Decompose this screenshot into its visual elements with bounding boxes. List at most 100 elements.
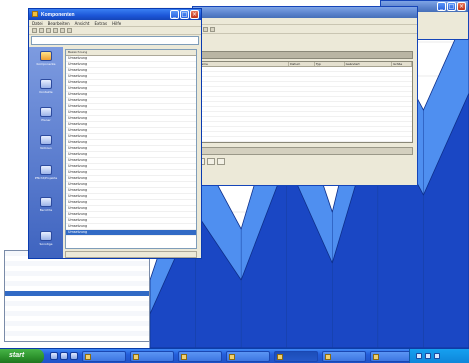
- taskbar-window-button[interactable]: [82, 351, 126, 362]
- back-window-panel-header: [197, 51, 413, 59]
- minimize-icon[interactable]: _: [437, 2, 446, 11]
- sidebar-item[interactable]: Pflicht/Projekte: [32, 165, 60, 180]
- table-cell: [289, 87, 315, 91]
- column-header[interactable]: Typ: [315, 62, 345, 66]
- table-cell: [315, 127, 345, 131]
- table-cell: [392, 82, 412, 86]
- taskbar-window-button[interactable]: [370, 351, 414, 362]
- column-header[interactable]: Größe: [392, 62, 412, 66]
- maximize-icon[interactable]: □: [447, 2, 456, 11]
- toolbar-button[interactable]: [46, 28, 51, 33]
- table-cell: [315, 82, 345, 86]
- toolbar-button[interactable]: [210, 27, 215, 32]
- table-cell: [289, 67, 315, 71]
- tray-icon[interactable]: [416, 353, 422, 359]
- sidebar-item[interactable]: Berichte: [32, 197, 60, 212]
- window-title: Komponenten: [41, 12, 75, 18]
- table-cell: [315, 97, 345, 101]
- table-cell: [198, 67, 289, 71]
- sidebar-item[interactable]: Kontakte: [32, 79, 60, 94]
- table-cell: [345, 67, 393, 71]
- status-bar: [65, 251, 197, 258]
- tab[interactable]: [207, 158, 215, 165]
- back-window-toolbar: [193, 26, 417, 34]
- toolbar-button[interactable]: [67, 28, 72, 33]
- front-window[interactable]: Komponenten _ □ × Datei Bearbeiten Ansic…: [28, 8, 202, 259]
- table-cell: [315, 107, 345, 111]
- table-cell: [289, 122, 315, 126]
- toolbar-button[interactable]: [60, 28, 65, 33]
- column-header[interactable]: Datum: [289, 62, 315, 66]
- front-window-menubar: Datei Bearbeiten Ansicht Extras Hilfe: [29, 20, 201, 27]
- table-cell: [289, 72, 315, 76]
- menu-item-extras[interactable]: Extras: [94, 21, 107, 26]
- menu-item-datei[interactable]: Datei: [32, 21, 43, 26]
- window-icon: [181, 354, 187, 360]
- start-button[interactable]: start: [0, 349, 44, 363]
- close-icon[interactable]: ×: [457, 2, 466, 11]
- close-icon[interactable]: ×: [190, 10, 199, 19]
- list-item[interactable]: [5, 331, 149, 336]
- toolbar-button[interactable]: [203, 27, 208, 32]
- tray-icon[interactable]: [434, 353, 440, 359]
- table-cell: [345, 102, 393, 106]
- sidebar-item-label: Pflicht/Projekte: [34, 176, 58, 180]
- table-cell: [289, 77, 315, 81]
- table-cell: [392, 132, 412, 136]
- sidebar-item[interactable]: Komponente: [32, 51, 60, 66]
- minimize-icon[interactable]: _: [170, 10, 179, 19]
- table-cell: [392, 117, 412, 121]
- menu-item-ansicht[interactable]: Ansicht: [75, 21, 90, 26]
- toolbar-button[interactable]: [39, 28, 44, 33]
- misc-icon: [40, 231, 52, 241]
- quicklaunch-icon[interactable]: [60, 352, 68, 360]
- app-icon: [32, 11, 38, 17]
- sidebar-item[interactable]: Planer: [32, 107, 60, 122]
- quicklaunch-icon[interactable]: [70, 352, 78, 360]
- list-item[interactable]: Umsetzung: [66, 230, 196, 236]
- table-cell: [392, 77, 412, 81]
- taskbar-window-button[interactable]: [274, 351, 318, 362]
- menu-item-hilfe[interactable]: Hilfe: [112, 21, 121, 26]
- table-cell: [289, 117, 315, 121]
- sidebar-item-label: Planer: [41, 118, 51, 122]
- tab[interactable]: [217, 158, 225, 165]
- back-window[interactable]: Name Datum Typ Geändert Größe: [192, 6, 418, 186]
- table-cell: [392, 107, 412, 111]
- table-cell: [289, 102, 315, 106]
- back-window-titlebar[interactable]: [193, 7, 417, 18]
- table-cell: [315, 77, 345, 81]
- sidebar-item[interactable]: Sonstige: [32, 231, 60, 246]
- quicklaunch-icon[interactable]: [50, 352, 58, 360]
- table-cell: [289, 112, 315, 116]
- window-icon: [85, 354, 91, 360]
- table-cell: [198, 127, 289, 131]
- table-row[interactable]: [198, 137, 412, 142]
- table-cell: [345, 92, 393, 96]
- table-cell: [392, 67, 412, 71]
- window-icon: [277, 354, 283, 360]
- table-cell: [392, 87, 412, 91]
- tray-icon[interactable]: [425, 353, 431, 359]
- taskbar-window-button[interactable]: [322, 351, 366, 362]
- column-header[interactable]: Name: [198, 62, 290, 66]
- table-cell: [198, 137, 289, 141]
- table-cell: [198, 92, 289, 96]
- lower-left-list: [4, 250, 150, 342]
- taskbar-window-button[interactable]: [226, 351, 270, 362]
- address-bar[interactable]: [31, 36, 199, 45]
- table-cell: [315, 112, 345, 116]
- table-cell: [345, 122, 393, 126]
- column-header[interactable]: Geändert: [345, 62, 393, 66]
- toolbar-button[interactable]: [53, 28, 58, 33]
- menu-item-bearbeiten[interactable]: Bearbeiten: [48, 21, 70, 26]
- maximize-icon[interactable]: □: [180, 10, 189, 19]
- table-cell: [345, 112, 393, 116]
- taskbar-window-button[interactable]: [130, 351, 174, 362]
- table-cell: [315, 102, 345, 106]
- taskbar-window-button[interactable]: [178, 351, 222, 362]
- table-cell: [392, 102, 412, 106]
- sidebar-item-label: Sonstige: [39, 242, 53, 246]
- sidebar-item[interactable]: Notizen: [32, 135, 60, 150]
- toolbar-button[interactable]: [32, 28, 37, 33]
